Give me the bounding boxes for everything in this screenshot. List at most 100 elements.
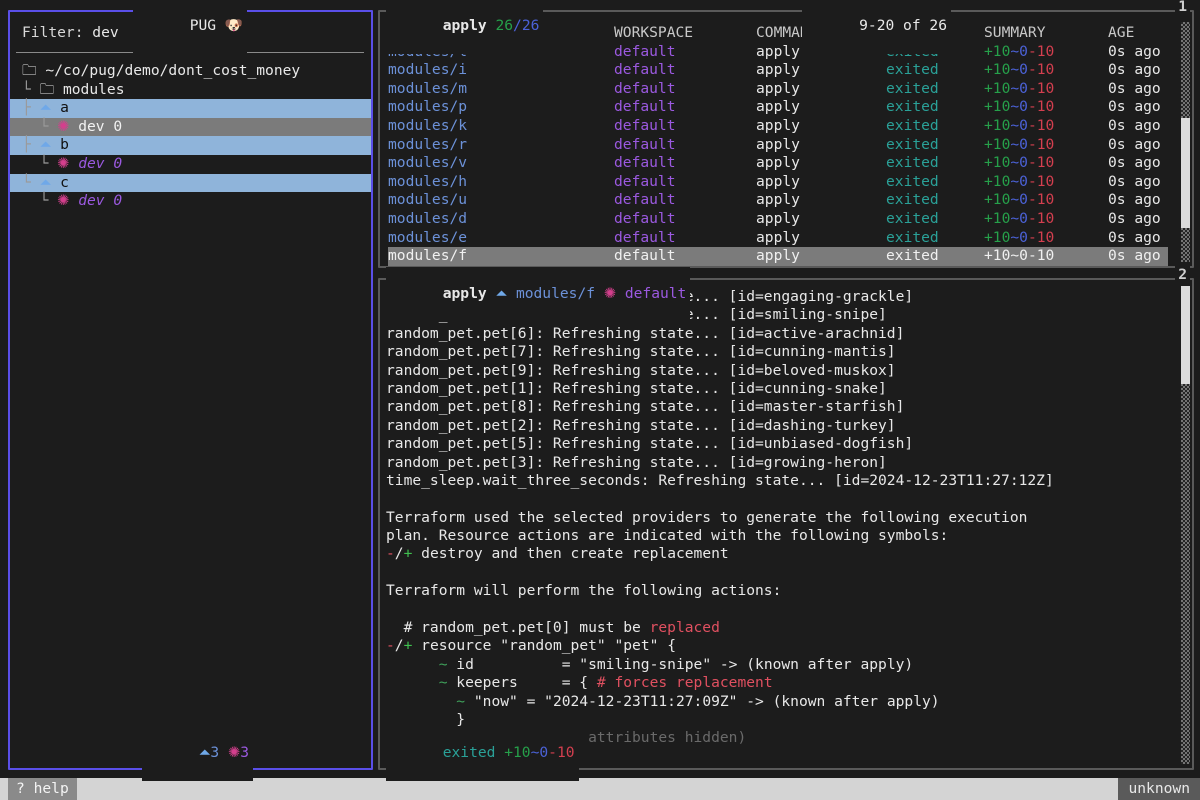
cell-command: apply	[756, 61, 800, 80]
tasks-table[interactable]: MODULE WORKSPACE COMMAND STATUS SUMMARY …	[388, 24, 1168, 266]
output-line	[386, 601, 1166, 619]
output-scrollbar[interactable]	[1181, 286, 1190, 764]
workspace-resource-count: 0	[113, 192, 122, 209]
cell-status: exited	[886, 80, 939, 99]
cell-command: apply	[756, 191, 800, 210]
table-row[interactable]: modules/ddefaultapplyexited+10~0-100s ag…	[388, 210, 1168, 229]
cell-summary: +10~0-10	[984, 136, 1054, 155]
output-line: random_pet.pet[5]: Refreshing state... […	[386, 435, 1166, 453]
module-icon: ⏶	[495, 285, 507, 302]
output-line: -/+ destroy and then create replacement	[386, 545, 1166, 563]
tree-item-workspace-dev[interactable]: └ ✺ dev 0	[10, 155, 371, 174]
cell-status: exited	[886, 117, 939, 136]
output-line	[386, 564, 1166, 582]
tree-item-workspace-dev[interactable]: └ ✺ dev 0	[10, 192, 371, 211]
explorer-pane[interactable]: PUG 🐶 ⏶3 ✺3 Filter: dev 🗀 ~/co/pug/demo/…	[8, 10, 373, 770]
output-title-command: apply	[443, 285, 487, 302]
table-row[interactable]: modules/hdefaultapplyexited+10~0-100s ag…	[388, 173, 1168, 192]
app-title: PUG	[190, 17, 216, 34]
task-output-pane[interactable]: 2 apply ⏶ modules/f ✺ default exited +10…	[378, 278, 1194, 770]
tree-item-label: b	[60, 136, 69, 153]
cell-summary: +10~0-10	[984, 229, 1054, 248]
tree-root-row[interactable]: 🗀 ~/co/pug/demo/dont_cost_money	[10, 62, 371, 81]
tasks-table-body[interactable]: modules/ldefaultapplyexited+10~0-100s ag…	[388, 43, 1168, 266]
tree-modules-row[interactable]: └ 🗀 modules	[10, 81, 371, 100]
tree-guide: ├	[22, 136, 40, 153]
table-row[interactable]: modules/pdefaultapplyexited+10~0-100s ag…	[388, 98, 1168, 117]
tree-node-list[interactable]: ├ ⏶ a └ ✺ dev 0├ ⏶ b └ ✺ dev 0└ ⏶ c └ ✺ …	[10, 99, 371, 211]
cell-age: 0s ago	[1108, 229, 1161, 248]
filter-label: Filter:	[22, 24, 92, 41]
cell-age: 0s ago	[1108, 247, 1161, 266]
table-row[interactable]: modules/rdefaultapplyexited+10~0-100s ag…	[388, 136, 1168, 155]
help-label: help	[34, 780, 69, 797]
table-row[interactable]: modules/kdefaultapplyexited+10~0-100s ag…	[388, 117, 1168, 136]
output-line: random_pet.pet[6]: Refreshing state... […	[386, 325, 1166, 343]
module-tree[interactable]: 🗀 ~/co/pug/demo/dont_cost_money └ 🗀 modu…	[10, 62, 371, 211]
output-line: random_pet.pet[2]: Refreshing state... […	[386, 417, 1166, 435]
output-scrollbar-thumb[interactable]	[1181, 286, 1190, 384]
explorer-footer: ⏶3 ✺3	[142, 726, 253, 781]
help-button[interactable]: ? help	[8, 778, 77, 800]
cell-summary: +10~0-10	[984, 80, 1054, 99]
cell-workspace: default	[614, 191, 676, 210]
cell-age: 0s ago	[1108, 98, 1161, 117]
destroy-marker: -	[386, 545, 395, 562]
tasks-scrollbar-thumb[interactable]	[1181, 118, 1190, 228]
table-row[interactable]: modules/edefaultapplyexited+10~0-100s ag…	[388, 229, 1168, 248]
cell-age: 0s ago	[1108, 43, 1161, 62]
module-icon: ⏶	[40, 174, 52, 191]
tasks-title-command: apply	[443, 17, 487, 34]
tasks-pane-number: 1	[1175, 0, 1190, 16]
cell-workspace: default	[614, 80, 676, 99]
tree-item-module-b[interactable]: ├ ⏶ b	[10, 136, 371, 155]
cell-command: apply	[756, 154, 800, 173]
table-row[interactable]: modules/udefaultapplyexited+10~0-100s ag…	[388, 191, 1168, 210]
cell-status: exited	[886, 210, 939, 229]
cell-module: modules/m	[388, 80, 467, 99]
update-marker: ~	[439, 656, 448, 673]
table-row[interactable]: modules/mdefaultapplyexited+10~0-100s ag…	[388, 80, 1168, 99]
module-count: 3	[210, 744, 219, 761]
tree-guide: └	[22, 174, 40, 191]
help-key: ?	[16, 780, 25, 797]
cell-command: apply	[756, 247, 800, 266]
output-title-module: modules/f	[516, 285, 595, 302]
cell-summary: +10~0-10	[984, 191, 1054, 210]
module-icon: ⏶	[40, 99, 52, 116]
cell-module: modules/h	[388, 173, 467, 192]
cell-workspace: default	[614, 98, 676, 117]
filter-input[interactable]: dev	[92, 24, 118, 41]
cell-summary: +10~0-10	[984, 98, 1054, 117]
output-log[interactable]: random_pet.pet[4]: Refreshing state... […	[386, 288, 1166, 748]
tree-item-module-a[interactable]: ├ ⏶ a	[10, 99, 371, 118]
workspace-resource-count: 0	[113, 118, 122, 135]
cell-workspace: default	[614, 136, 676, 155]
cell-module: modules/e	[388, 229, 467, 248]
tasks-count-done: 26	[495, 17, 513, 34]
column-header-summary: SUMMARY	[984, 24, 1046, 43]
cell-module: modules/u	[388, 191, 467, 210]
cell-status: exited	[886, 136, 939, 155]
table-row[interactable]: modules/fdefaultapplyexited+10~0-100s ag…	[388, 247, 1168, 266]
tasks-pane[interactable]: 1 apply 26/26 9-20 of 26 MODULE WORKSPAC…	[378, 10, 1194, 268]
table-row[interactable]: modules/vdefaultapplyexited+10~0-100s ag…	[388, 154, 1168, 173]
tree-item-label: c	[60, 174, 69, 191]
folder-icon: 🗀	[22, 62, 37, 79]
tree-item-workspace-dev[interactable]: └ ✺ dev 0	[10, 118, 371, 137]
tree-item-label: dev	[78, 118, 104, 135]
filter-row[interactable]: Filter: dev	[22, 24, 119, 42]
tasks-range-label-wrap: 9-20 of 26	[802, 0, 951, 54]
output-line: ~ id = "smiling-snipe" -> (known after a…	[386, 656, 1166, 674]
output-line	[386, 490, 1166, 508]
output-title-workspace: default	[625, 285, 687, 302]
destroy-marker: -	[386, 637, 395, 654]
tree-item-module-c[interactable]: └ ⏶ c	[10, 174, 371, 193]
tree-item-label: dev	[78, 192, 104, 209]
terminal-screen: PUG 🐶 ⏶3 ✺3 Filter: dev 🗀 ~/co/pug/demo/…	[0, 0, 1200, 800]
column-header-workspace: WORKSPACE	[614, 24, 693, 43]
cell-command: apply	[756, 136, 800, 155]
output-line: random_pet.pet[9]: Refreshing state... […	[386, 362, 1166, 380]
tasks-scrollbar[interactable]	[1181, 22, 1190, 262]
table-row[interactable]: modules/idefaultapplyexited+10~0-100s ag…	[388, 61, 1168, 80]
